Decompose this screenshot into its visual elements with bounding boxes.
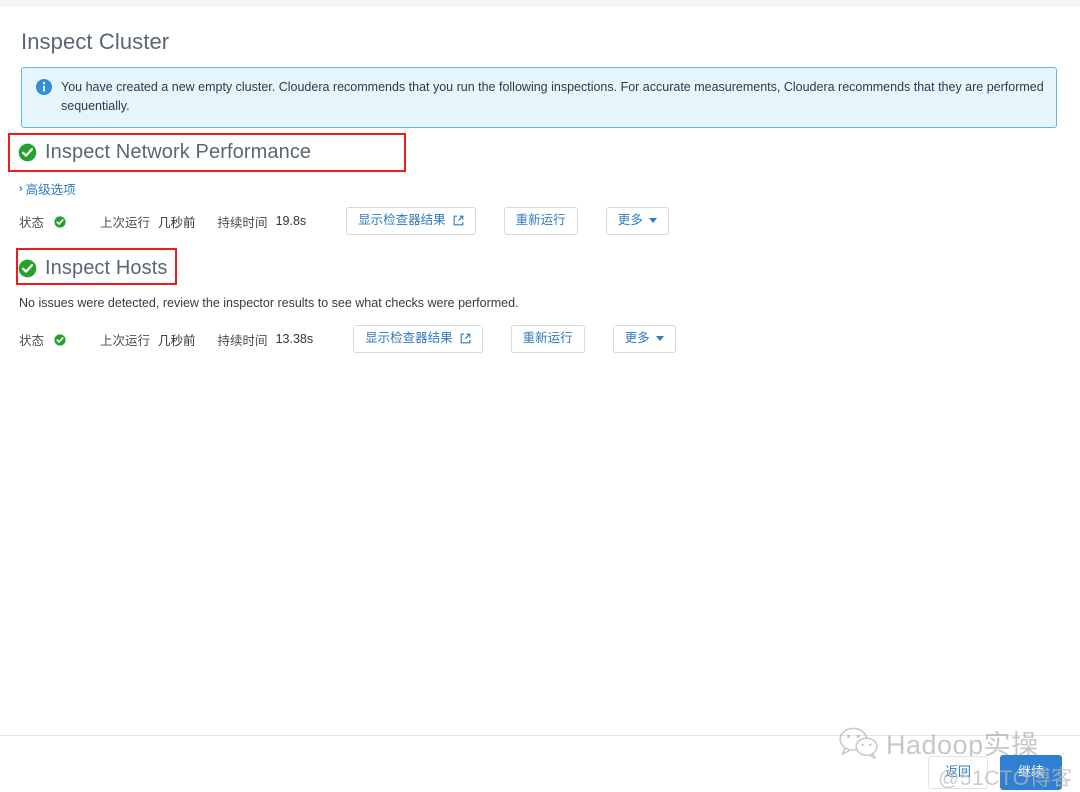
footer-divider [0, 735, 1080, 736]
window-top-strip [0, 0, 1080, 7]
advanced-options-label: 高级选项 [25, 183, 76, 197]
more-label: 更多 [624, 331, 650, 345]
rerun-button[interactable]: 重新运行 [503, 207, 578, 235]
continue-label: 继续 [1017, 764, 1044, 779]
show-inspector-results-button[interactable]: 显示检查器结果 [353, 325, 483, 353]
show-inspector-results-button[interactable]: 显示检查器结果 [346, 207, 476, 235]
chevron-down-icon [655, 336, 664, 341]
back-label: 返回 [944, 764, 971, 779]
page-title: Inspect Cluster [21, 29, 170, 54]
external-link-icon [453, 215, 464, 226]
status-label: 状态 [19, 333, 45, 348]
info-banner-text: You have created a new empty cluster. Cl… [61, 80, 1044, 113]
section-heading-label: Inspect Hosts [45, 257, 168, 279]
info-banner: You have created a new empty cluster. Cl… [21, 67, 1057, 128]
external-link-icon [460, 333, 471, 344]
advanced-options-link[interactable]: › 高级选项 [19, 179, 76, 198]
rerun-label: 重新运行 [522, 331, 573, 345]
check-circle-icon [54, 333, 66, 346]
wechat-icon [838, 726, 880, 760]
section-heading-inspect-hosts: Inspect Hosts [18, 257, 167, 280]
inspect-hosts-helper-text: No issues were detected, review the insp… [19, 296, 519, 310]
chevron-right-icon: › [19, 182, 23, 195]
check-circle-icon [54, 215, 66, 228]
check-circle-icon [18, 259, 37, 278]
more-dropdown-button[interactable]: 更多 [612, 325, 676, 353]
section-heading-inspect-network-performance: Inspect Network Performance [18, 141, 311, 164]
last-run-value: 几秒前 [158, 215, 196, 230]
page-content: Inspect Cluster You have created a new e… [0, 7, 1080, 790]
more-dropdown-button[interactable]: 更多 [605, 207, 669, 235]
continue-button[interactable]: 继续 [999, 755, 1062, 790]
rerun-label: 重新运行 [515, 213, 566, 227]
last-run-label: 上次运行 [100, 215, 151, 230]
check-circle-icon [18, 143, 37, 162]
status-row-inspect-hosts: 状态 上次运行 几秒前 持续时间 13.38s 显示检查器结果 重新运行 更多 [19, 325, 676, 353]
status-row-inspect-network-performance: 状态 上次运行 几秒前 持续时间 19.8s 显示检查器结果 重新运行 更多 [19, 207, 669, 235]
chevron-down-icon [648, 218, 657, 223]
rerun-button[interactable]: 重新运行 [510, 325, 585, 353]
info-circle-icon [36, 79, 52, 95]
duration-label: 持续时间 [217, 333, 268, 348]
duration-label: 持续时间 [217, 215, 268, 230]
status-label: 状态 [19, 215, 45, 230]
back-button[interactable]: 返回 [927, 756, 988, 789]
show-inspector-results-label: 显示检查器结果 [365, 331, 453, 345]
duration-value: 13.38s [275, 332, 314, 346]
section-heading-label: Inspect Network Performance [45, 141, 312, 163]
footer-actions: 返回 继续 [927, 755, 1062, 790]
show-inspector-results-label: 显示检查器结果 [358, 213, 446, 227]
duration-value: 19.8s [275, 214, 307, 228]
last-run-value: 几秒前 [158, 333, 196, 348]
last-run-label: 上次运行 [100, 333, 151, 348]
more-label: 更多 [617, 213, 643, 227]
